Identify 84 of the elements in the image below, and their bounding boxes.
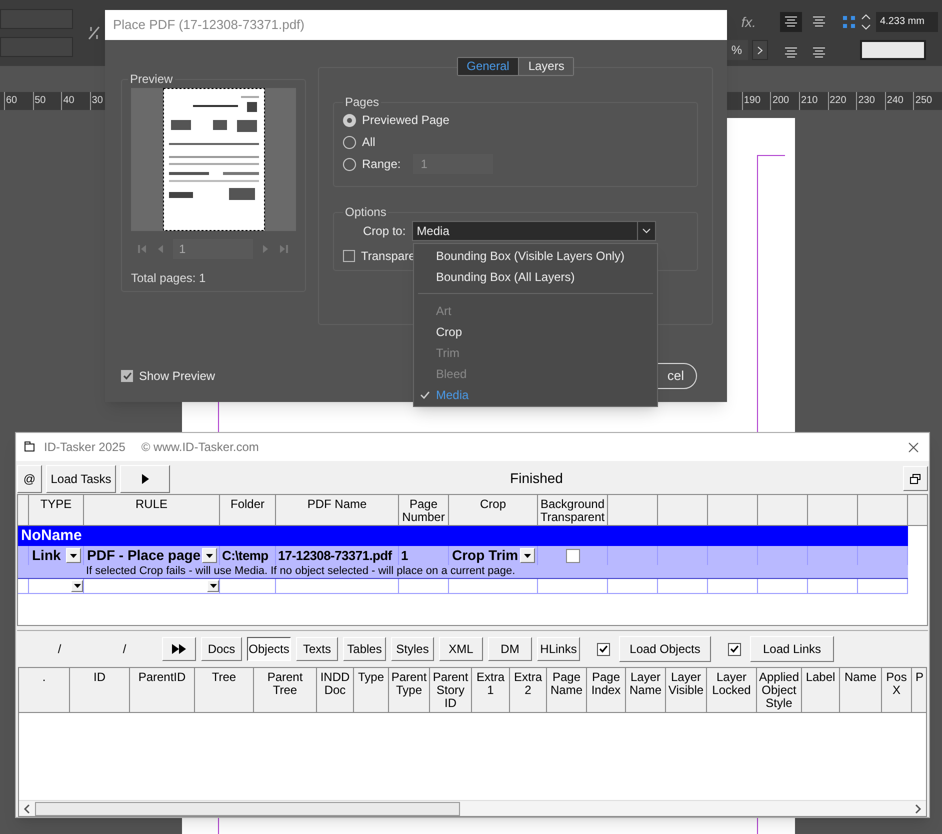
tab[interactable]: Tables [343,637,386,661]
tab[interactable]: DM [488,637,532,661]
window-title: Place PDF (17-12308-73371.pdf) [105,10,727,40]
load-button[interactable]: Load Objects [619,636,711,662]
column-header[interactable]: Folder [220,495,276,525]
table-cell-text: 1 [400,546,408,565]
task-row[interactable]: Link PDF - Place page C:\temp 17-12308-73371.pdf 1 Crop Trim If selected Crop fails - will use Media. If no object selected - will place on a current page. [18,546,908,579]
tab[interactable]: XML [439,637,483,661]
ruler-label: 190 [742,92,770,110]
crop-dropdown[interactable]: Media [412,221,656,241]
tab[interactable]: HLinks [537,637,580,661]
group-heading: Options [344,204,388,221]
column-header[interactable]: P [912,668,926,712]
window-title: ID-Tasker 2025 [44,439,126,456]
field-label: Crop to: [363,223,406,240]
group-row: NoName [18,526,908,546]
column-header[interactable]: Crop [449,495,538,525]
table-cell-text: PDF - Place page [86,546,201,565]
column-header[interactable]: Layer Locked [707,668,757,712]
load-button[interactable]: Load Links [750,636,834,662]
column-header[interactable]: Parent Type [389,668,430,712]
menu-item[interactable]: Bounding Box (Visible Layers Only) [436,246,625,264]
column-header[interactable]: TYPE [29,495,84,525]
tab[interactable]: Docs [201,637,242,661]
checkbox-label: Transpare [361,248,416,265]
ruler-label: 50 [32,92,62,110]
ruler-label: 220 [828,92,856,110]
load-tasks-button[interactable]: Load Tasks [46,464,116,492]
group-heading: Pages [344,94,380,111]
column-header[interactable]: ID [70,668,130,712]
table-cell-text: 17-12308-73371.pdf [277,546,392,565]
column-header[interactable]: Layer Name [626,668,666,712]
dropdown-value: Media [416,223,450,240]
table-cell-text: Crop Trim [451,546,518,565]
column-header[interactable]: Extra 2 [510,668,547,712]
column-header[interactable]: Label [802,668,840,712]
column-header[interactable]: Type [354,668,389,712]
column-header[interactable]: Name [840,668,882,712]
at-button[interactable]: @ [17,464,42,492]
panel-heading: Preview [129,71,174,88]
column-header[interactable]: Applied Object Style [757,668,802,712]
table-cell-text: C:\temp [221,546,268,565]
total-pages-label: Total pages: 1 [131,270,207,287]
effects-button[interactable]: fx. [741,12,768,32]
tab[interactable]: Texts [296,637,338,661]
column-header[interactable]: Page Number [399,495,449,525]
tab[interactable]: Layers [518,58,574,75]
row-note: If selected Crop fails - will use Media. If no object selected - will place on a current page. [85,565,516,578]
radio-label: All [362,134,376,151]
path-label: / [122,641,126,658]
tab[interactable]: General [458,58,518,75]
column-header[interactable]: ParentID [130,668,195,712]
website-label: © www.ID-Tasker.com [141,439,259,456]
tab[interactable]: Objects [247,637,291,661]
tab[interactable]: Styles [391,637,434,661]
column-header[interactable]: RULE [84,495,220,525]
column-header[interactable]: . [19,668,70,712]
column-header[interactable]: Page Name [547,668,587,712]
column-header[interactable]: PDF Name [276,495,399,525]
column-header[interactable]: Layer Visible [666,668,707,712]
ruler-label: 40 [61,92,90,110]
column-header[interactable]: INDD Doc [317,668,354,712]
radio-label: Previewed Page [362,112,450,129]
column-header[interactable]: Tree [195,668,254,712]
ruler-label: 60 [4,92,33,110]
ruler-label: 210 [799,92,828,110]
path-label: / [58,641,62,658]
checkbox-label: Show Preview [139,368,216,385]
status-label: Finished [509,469,564,488]
column-header[interactable]: Extra 1 [472,668,510,712]
menu-item[interactable]: Bounding Box (All Layers) [436,268,575,286]
column-header[interactable]: Background Transparent [538,495,608,525]
menu-item[interactable]: Crop [436,322,462,340]
radio-label: Range: [362,156,401,173]
stroke-weight-field[interactable]: 4.233 mm [876,12,938,32]
column-header[interactable]: Page Index [587,668,626,712]
column-header[interactable]: Parent Tree [254,668,317,712]
column-header[interactable]: Pos X [882,668,912,712]
ruler-label: 240 [884,92,914,110]
ruler-label: 250 [913,92,942,110]
ruler-label: 230 [856,92,885,110]
ruler-label: 200 [770,92,800,110]
table-cell-text: Link [31,546,61,565]
column-header[interactable]: Parent Story ID [430,668,472,712]
